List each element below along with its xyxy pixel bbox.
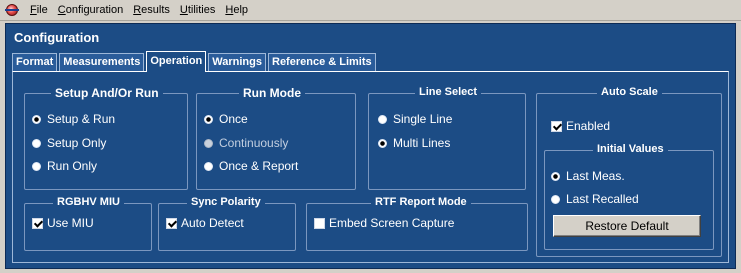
checkbox-enabled[interactable]: Enabled: [551, 119, 610, 133]
application-icon[interactable]: [5, 3, 19, 17]
radio-indicator: [551, 194, 560, 204]
auto-scale-title: Auto Scale: [597, 86, 662, 98]
radio-run-only[interactable]: Run Only: [32, 159, 97, 173]
tab-strip: Format Measurements Operation Warnings R…: [12, 51, 378, 72]
radio-indicator: [378, 138, 387, 148]
radio-setup-only[interactable]: Setup Only: [32, 136, 106, 150]
menu-configuration[interactable]: Configuration: [53, 0, 128, 21]
checkbox-use-miu[interactable]: Use MIU: [32, 216, 94, 230]
line-select-title: Line Select: [415, 86, 482, 98]
radio-single-line[interactable]: Single Line: [378, 112, 452, 126]
radio-indicator: [204, 138, 213, 148]
checkbox-indicator: [314, 217, 325, 229]
menu-file[interactable]: File: [25, 0, 53, 21]
radio-once-and-report[interactable]: Once & Report: [204, 159, 298, 173]
tab-operation[interactable]: Operation: [146, 51, 207, 72]
menu-utilities[interactable]: Utilities: [175, 0, 220, 21]
tab-measurements[interactable]: Measurements: [59, 53, 145, 72]
menu-bar: File Configuration Results Utilities Hel…: [0, 0, 741, 21]
checkbox-auto-detect[interactable]: Auto Detect: [166, 216, 244, 230]
checkbox-indicator: [32, 217, 43, 229]
radio-setup-and-run[interactable]: Setup & Run: [32, 112, 115, 126]
checkbox-embed-screen-capture[interactable]: Embed Screen Capture: [314, 216, 454, 230]
radio-once[interactable]: Once: [204, 112, 248, 126]
radio-indicator: [378, 114, 387, 124]
menu-results[interactable]: Results: [128, 0, 175, 21]
checkbox-indicator: [551, 120, 562, 132]
radio-continuously[interactable]: Continuously: [204, 136, 288, 150]
tab-warnings[interactable]: Warnings: [208, 53, 266, 72]
radio-last-recalled[interactable]: Last Recalled: [551, 192, 639, 206]
tab-format[interactable]: Format: [12, 53, 58, 72]
rtf-report-mode-title: RTF Report Mode: [371, 196, 471, 208]
radio-last-meas[interactable]: Last Meas.: [551, 169, 625, 183]
radio-indicator: [32, 138, 41, 148]
run-mode-title: Run Mode: [239, 86, 305, 100]
rgbhv-miu-title: RGBHV MIU: [53, 196, 124, 208]
radio-indicator: [32, 161, 41, 171]
initial-values-title: Initial Values: [593, 143, 668, 155]
radio-indicator: [32, 114, 41, 124]
radio-indicator: [551, 171, 560, 181]
setup-and-or-run-title: Setup And/Or Run: [51, 86, 163, 100]
restore-default-button[interactable]: Restore Default: [553, 215, 701, 237]
tab-reference-limits[interactable]: Reference & Limits: [268, 53, 376, 72]
radio-multi-lines[interactable]: Multi Lines: [378, 136, 450, 150]
panel-title: Configuration: [14, 30, 100, 45]
radio-indicator: [204, 161, 213, 171]
radio-indicator: [204, 114, 213, 124]
sync-polarity-title: Sync Polarity: [187, 196, 265, 208]
checkbox-indicator: [166, 217, 177, 229]
menu-help[interactable]: Help: [220, 0, 253, 21]
